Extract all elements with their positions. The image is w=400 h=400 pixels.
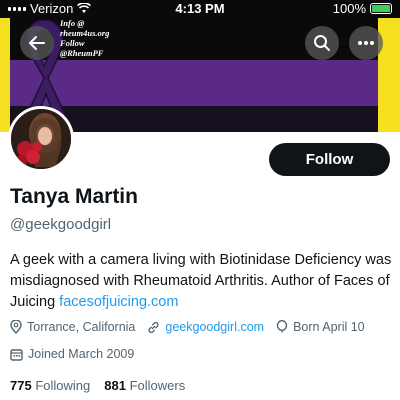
birthday-text: Born April 10 [293,320,365,334]
calendar-icon [10,348,23,361]
following-count: 775 [10,378,32,393]
joined-item: Joined March 2009 [10,347,134,361]
birthday-item: Born April 10 [276,320,365,334]
display-name: Tanya Martin [10,185,138,208]
joined-text: Joined March 2009 [28,347,135,361]
back-button[interactable] [20,26,54,60]
battery-icon [370,3,392,14]
followers-label: Followers [129,378,186,393]
profile-meta: Torrance, California geekgoodgirl.com Bo… [10,320,377,334]
bio-link[interactable]: facesofjuicing.com [59,294,178,310]
followers-count: 881 [104,378,126,393]
status-bar: Verizon 4:13 PM 100% [0,0,400,18]
balloon-icon [276,320,288,333]
location-item: Torrance, California [10,320,135,334]
following-label: Following [35,378,91,393]
battery-percent: 100% [332,1,366,16]
search-button[interactable] [305,26,339,60]
link-icon [148,321,159,333]
follow-button[interactable]: Follow [269,143,390,176]
profile-bio: A geek with a camera living with Biotini… [10,250,395,313]
following-link[interactable]: 775 Following [10,378,90,393]
user-handle: @geekgoodgirl [10,216,112,233]
follow-counts: 775 Following 881 Followers [10,378,185,393]
more-button[interactable] [349,26,383,60]
more-horizontal-icon [358,41,374,45]
banner-yellow-stripe-left [0,18,10,132]
banner-info-text: Info @ rheum4us.org Follow @RheumPF [60,18,110,58]
website-item[interactable]: geekgoodgirl.com [147,320,264,334]
battery-indicator: 100% [333,1,392,16]
search-icon [314,35,330,51]
website-link[interactable]: geekgoodgirl.com [165,320,264,334]
avatar-photo [11,109,71,169]
location-text: Torrance, California [27,320,136,334]
location-pin-icon [10,320,22,334]
arrow-left-icon [29,36,45,50]
profile-meta-joined: Joined March 2009 [10,347,146,361]
avatar[interactable] [8,106,74,172]
followers-link[interactable]: 881 Followers [104,378,185,393]
